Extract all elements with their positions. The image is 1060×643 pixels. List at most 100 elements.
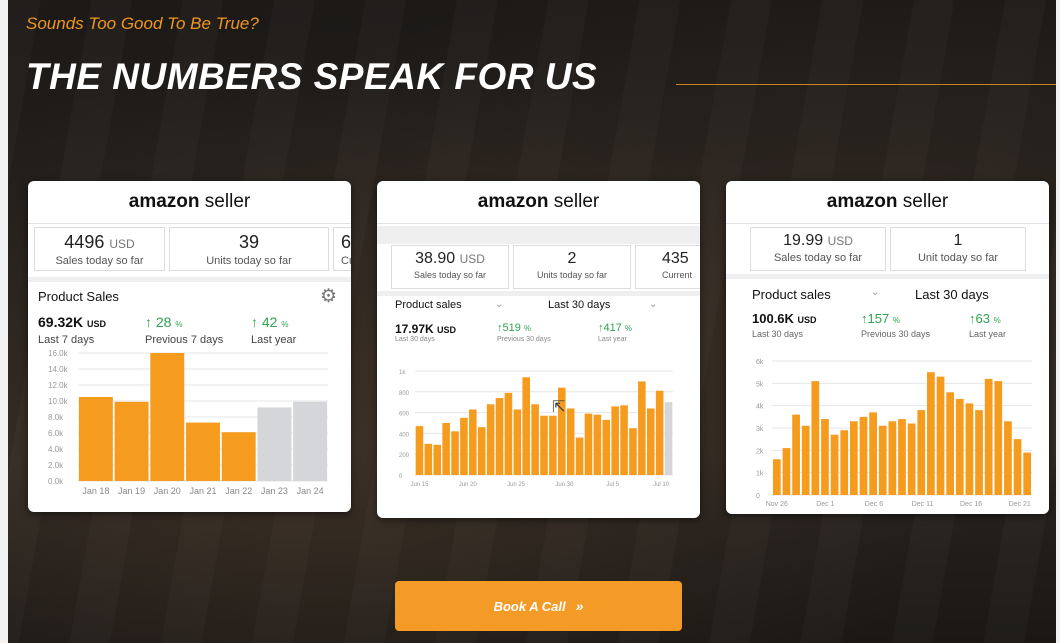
right-frame-edge — [1056, 0, 1060, 643]
sales-bar — [442, 423, 450, 475]
header-gap — [377, 226, 700, 244]
sales-bar — [946, 392, 954, 495]
change-previous: ↑519 % — [497, 322, 532, 334]
total-period-label: Last 7 days — [38, 334, 95, 346]
date-range-select[interactable]: Last 30 days — [548, 299, 610, 311]
headline-divider — [676, 84, 1056, 85]
section-divider — [28, 277, 351, 282]
sales-bar — [602, 419, 611, 475]
section-divider — [377, 291, 700, 296]
x-tick-label: Jan 21 — [189, 486, 216, 496]
sales-bar — [955, 398, 964, 495]
sales-bar — [566, 408, 575, 475]
chevron-down-icon[interactable]: ⌄ — [649, 299, 657, 310]
sales-bar — [830, 434, 839, 495]
sales-bar — [114, 401, 149, 481]
metrics-row: 19.99 USD Sales today so far 1 Unit toda… — [726, 227, 1049, 275]
sales-bar-chart-7-days: 16.0k 14.0k 12.0k 10.0k 8.0k 6.0k 4.0k 2.0k 0.0k… — [48, 349, 328, 496]
date-range-select[interactable]: Last 30 days — [915, 287, 989, 302]
metric-units-today: 1 Unit today so far — [890, 227, 1026, 271]
stats-card-1: amazon seller 4496 USD Sales today so fa… — [28, 181, 351, 512]
metric-current: 61 Cur — [333, 227, 351, 271]
x-tick-label: Jul 10 — [653, 482, 670, 488]
gear-icon[interactable]: ⚙ — [320, 285, 337, 308]
double-chevron-right-icon: » — [575, 598, 584, 614]
left-frame-edge — [0, 0, 8, 643]
sales-bar — [898, 419, 906, 495]
sales-bar — [917, 410, 926, 495]
sales-bar-chart-30-days: 1k 800 600 400 200 0 Jun 15 Jun 20 Jun 25 Jun 30 J… — [399, 370, 673, 488]
y-tick-label: 4.0k — [48, 445, 64, 454]
total-period-label: Last 30 days — [395, 336, 435, 343]
metrics-row: 38.90 USD Sales today so far 2 Units tod… — [377, 245, 700, 293]
y-tick-label: 4k — [756, 404, 764, 411]
change-last-year: ↑417 % — [598, 322, 633, 334]
chevron-down-icon[interactable]: ⌄ — [495, 299, 503, 310]
section-title[interactable]: Product sales — [395, 299, 462, 311]
sales-bar — [424, 443, 433, 475]
x-tick-label: Jun 25 — [507, 482, 526, 488]
sales-bar — [221, 432, 256, 481]
sales-bar — [994, 381, 1003, 495]
y-tick-label: 1k — [399, 370, 406, 376]
sales-bar — [575, 437, 584, 475]
section-title[interactable]: Product sales — [752, 287, 831, 302]
x-tick-label: Jun 15 — [410, 482, 429, 488]
sales-bar — [646, 408, 655, 475]
sales-bar — [801, 425, 810, 495]
sales-bar — [78, 397, 113, 481]
metric-units-today: 39 Units today so far — [169, 227, 329, 271]
metric-sales-today: 38.90 USD Sales today so far — [391, 245, 509, 289]
sales-bar — [965, 403, 974, 495]
chevron-down-icon[interactable]: ⌄ — [871, 287, 879, 298]
y-tick-label: 6.0k — [48, 429, 64, 438]
amazon-seller-logo: amazon seller — [826, 191, 949, 212]
x-tick-label: Jun 20 — [459, 482, 478, 488]
sales-bar — [415, 426, 424, 475]
x-tick-label: Jun 30 — [555, 482, 574, 488]
x-tick-label: Jan 20 — [154, 486, 181, 496]
sales-bar — [1013, 439, 1022, 495]
metrics-row: 4496 USD Sales today so far 39 Units tod… — [28, 227, 351, 275]
x-tick-label: Jan 24 — [297, 486, 324, 496]
sales-bar — [549, 415, 557, 475]
sales-bar — [840, 430, 849, 495]
sales-bar — [620, 405, 628, 475]
x-tick-label: Jan 23 — [261, 486, 288, 496]
y-tick-label: 8.0k — [48, 413, 64, 422]
sales-bar — [513, 409, 522, 475]
metric-units-today: 2 Units today so far — [513, 245, 631, 289]
x-tick-label: Jul 5 — [606, 482, 619, 488]
sales-bar — [927, 372, 935, 495]
sales-bar — [936, 376, 945, 495]
y-tick-label: 12.0k — [48, 381, 69, 390]
sales-bar — [629, 428, 637, 475]
sales-bar — [477, 427, 486, 475]
y-tick-label: 600 — [399, 412, 410, 418]
book-a-call-button[interactable]: Book A Call » — [395, 581, 682, 631]
last-year-label: Last year — [969, 329, 1007, 339]
y-tick-label: 200 — [399, 453, 410, 459]
sales-bar — [460, 417, 468, 475]
total-period-label: Last 30 days — [752, 329, 804, 339]
sales-bar — [1023, 452, 1032, 495]
sales-bar — [504, 392, 513, 475]
amazon-seller-logo: amazon seller — [128, 191, 251, 212]
total-sales: 17.97K USD — [395, 322, 457, 336]
book-a-call-label: Book A Call — [493, 598, 566, 614]
sales-bar — [664, 402, 673, 475]
card-header: amazon seller — [726, 181, 1049, 224]
sales-bar — [611, 406, 619, 475]
sales-bar — [638, 381, 646, 475]
sales-bar — [433, 444, 442, 475]
page-headline: THE NUMBERS SPEAK FOR US — [26, 56, 598, 97]
change-last-year: ↑ 42 % — [251, 314, 289, 330]
y-tick-label: 0 — [399, 474, 403, 480]
sales-bar — [186, 422, 220, 481]
x-tick-label: Dec 6 — [865, 501, 883, 508]
sales-bar — [792, 414, 800, 495]
y-tick-label: 5k — [756, 381, 764, 388]
previous-period-label: Previous 30 days — [497, 336, 551, 343]
x-tick-label: Dec 11 — [912, 501, 934, 508]
y-tick-label: 0 — [756, 493, 760, 500]
